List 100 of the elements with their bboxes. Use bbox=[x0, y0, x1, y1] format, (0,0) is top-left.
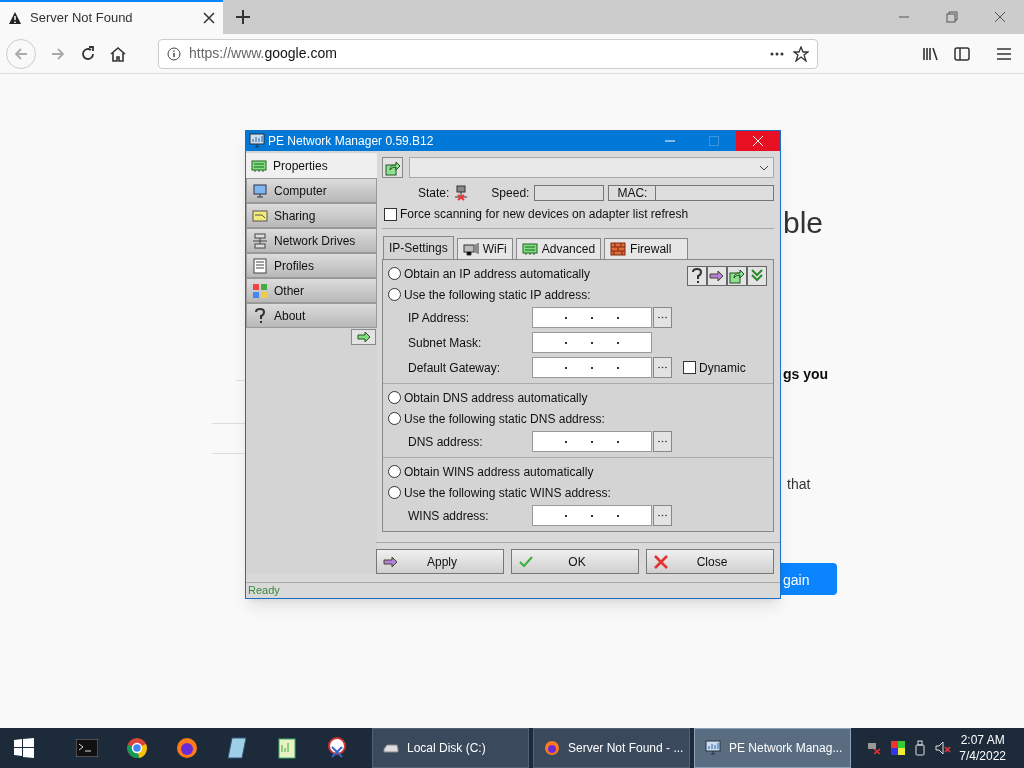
sidebar-item[interactable]: Network Drives bbox=[246, 228, 377, 253]
radio-button[interactable] bbox=[388, 465, 401, 478]
speed-field bbox=[534, 185, 605, 201]
library-icon[interactable] bbox=[922, 45, 940, 62]
export-icon bbox=[384, 159, 401, 176]
chevron-down-icon bbox=[759, 164, 769, 171]
dialog-button[interactable]: Apply bbox=[376, 549, 504, 574]
checkbox-label: Dynamic bbox=[699, 359, 746, 377]
dialog-button[interactable]: OK bbox=[511, 549, 639, 574]
cross-icon bbox=[653, 553, 669, 570]
wifi-adapter-icon bbox=[462, 241, 479, 257]
sidebar-icon[interactable] bbox=[954, 45, 970, 62]
terminal-icon[interactable] bbox=[76, 739, 98, 757]
close-button[interactable] bbox=[736, 131, 780, 151]
help-button[interactable] bbox=[687, 266, 707, 286]
list-icon bbox=[252, 257, 268, 274]
ellipsis-icon bbox=[658, 316, 667, 319]
color-icon[interactable] bbox=[891, 741, 906, 755]
browse-button[interactable] bbox=[653, 431, 672, 452]
radio-button[interactable] bbox=[388, 267, 401, 280]
taskbar-button[interactable]: Server Not Found - ... bbox=[533, 728, 690, 768]
collapse-button[interactable] bbox=[351, 329, 376, 345]
field-label: Subnet Mask: bbox=[408, 334, 483, 352]
status-text: Ready bbox=[248, 583, 280, 599]
browse-button[interactable] bbox=[653, 357, 672, 378]
close-icon[interactable] bbox=[203, 12, 215, 24]
sidebar-item[interactable]: Sharing bbox=[246, 203, 377, 228]
clock-date[interactable]: 7/4/2022 bbox=[959, 748, 1006, 764]
tab-title: Server Not Found bbox=[30, 9, 134, 28]
sidebar-item[interactable]: Profiles bbox=[246, 253, 377, 278]
ellipsis-icon bbox=[658, 440, 667, 443]
radio-button[interactable] bbox=[388, 412, 401, 425]
scissors-icon[interactable] bbox=[326, 737, 348, 759]
radio-label: Use the following static DNS address: bbox=[404, 410, 605, 428]
radio-label: Obtain an IP address automatically bbox=[404, 265, 590, 283]
ip-address-field[interactable] bbox=[532, 332, 652, 353]
mac-label: MAC: bbox=[609, 186, 657, 200]
star-icon[interactable] bbox=[793, 45, 809, 62]
sidebar-item[interactable]: Other bbox=[246, 278, 377, 303]
restore-icon[interactable] bbox=[946, 11, 958, 23]
notebook-icon[interactable] bbox=[226, 737, 248, 759]
speed-label: Speed: bbox=[491, 185, 530, 202]
refresh-button[interactable] bbox=[382, 157, 403, 178]
radio-button[interactable] bbox=[388, 486, 401, 499]
checkbox[interactable] bbox=[384, 207, 397, 221]
tab[interactable]: Firewall bbox=[604, 238, 689, 259]
radio-label: Obtain WINS address automatically bbox=[404, 463, 594, 481]
clock-time[interactable]: 2:07 AM bbox=[960, 732, 1005, 748]
windows-start-icon[interactable] bbox=[14, 738, 34, 758]
sidebar-item[interactable]: Computer bbox=[246, 178, 377, 203]
field-label: IP Address: bbox=[408, 309, 471, 327]
tab[interactable]: Advanced bbox=[515, 238, 602, 259]
arrow-button[interactable] bbox=[707, 266, 727, 286]
tab[interactable]: WiFi bbox=[456, 238, 513, 259]
ellipsis-icon bbox=[658, 514, 667, 517]
radio-button[interactable] bbox=[388, 288, 401, 301]
sidebar-item[interactable]: About bbox=[246, 303, 377, 328]
field-label: WINS address: bbox=[408, 507, 490, 525]
maximize-icon bbox=[709, 136, 719, 146]
close-icon bbox=[753, 136, 763, 146]
muted-speaker-icon[interactable] bbox=[935, 741, 952, 755]
expand-button[interactable] bbox=[747, 266, 767, 286]
info-icon bbox=[167, 46, 181, 61]
browser-tab[interactable]: Server Not Found bbox=[0, 0, 223, 34]
checkbox[interactable] bbox=[683, 361, 696, 374]
window-title: PE Network Manager 0.59.B12 bbox=[268, 133, 435, 150]
export-icon bbox=[729, 268, 745, 284]
network-icon[interactable] bbox=[867, 741, 882, 755]
try-again-button[interactable]: gain bbox=[781, 563, 837, 595]
ip-address-field[interactable] bbox=[532, 307, 652, 328]
network-icon bbox=[252, 232, 268, 249]
taskbar-button[interactable]: Local Disk (C:) bbox=[372, 728, 529, 768]
folder-icon bbox=[252, 207, 268, 224]
question-icon bbox=[689, 268, 705, 284]
radio-button[interactable] bbox=[388, 391, 401, 404]
home-icon[interactable] bbox=[110, 45, 126, 62]
radio-label: Use the following static IP address: bbox=[404, 286, 591, 304]
tab[interactable]: IP-Settings bbox=[383, 236, 454, 259]
ellipsis-icon bbox=[658, 366, 667, 369]
browse-button[interactable] bbox=[653, 505, 672, 526]
ip-address-field[interactable] bbox=[532, 505, 652, 526]
export-button[interactable] bbox=[727, 266, 747, 286]
disconnected-network-icon bbox=[453, 185, 470, 201]
warning-icon bbox=[8, 11, 22, 25]
page-text: that bbox=[787, 475, 811, 494]
usb-icon[interactable] bbox=[915, 740, 926, 756]
menu-icon[interactable] bbox=[996, 45, 1012, 62]
monitor-icon bbox=[249, 133, 265, 149]
browse-button[interactable] bbox=[653, 307, 672, 328]
sidebar-item[interactable]: Properties bbox=[246, 153, 377, 178]
address-bar[interactable]: https://www.google.com bbox=[158, 38, 818, 69]
ip-address-field[interactable] bbox=[532, 357, 652, 378]
taskbar-button[interactable]: PE Network Manag... bbox=[694, 728, 851, 768]
notepad-icon[interactable] bbox=[276, 737, 298, 759]
dialog-button[interactable]: Close bbox=[646, 549, 774, 574]
new-tab-icon[interactable] bbox=[235, 9, 251, 25]
ip-address-field[interactable] bbox=[532, 431, 652, 452]
reload-icon[interactable] bbox=[80, 45, 96, 62]
page-text: gs you bbox=[783, 365, 829, 384]
browser-icon[interactable] bbox=[126, 737, 148, 759]
